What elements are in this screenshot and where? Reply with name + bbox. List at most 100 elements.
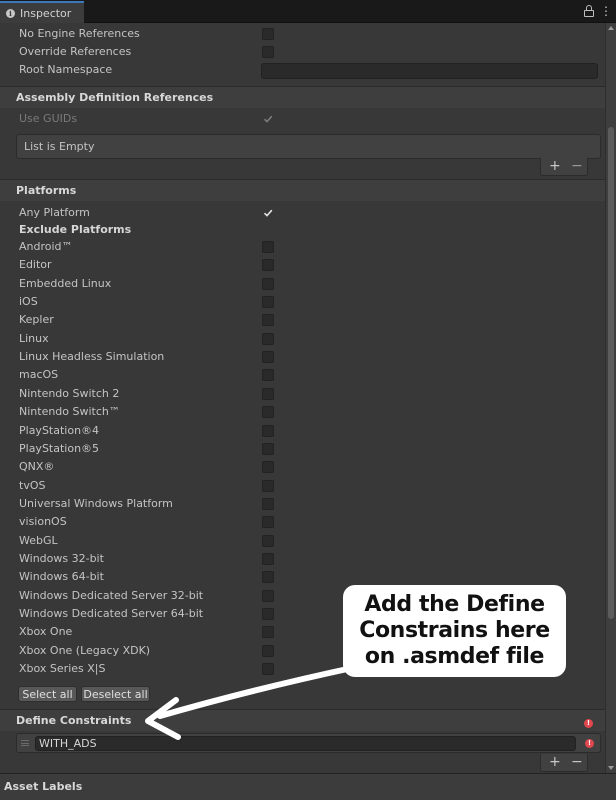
add-button[interactable]: + — [549, 754, 561, 771]
row-root-namespace: Root Namespace — [0, 61, 605, 79]
platform-label: macOS — [19, 368, 59, 381]
platform-checkbox[interactable] — [262, 571, 274, 583]
platform-row: Universal Windows Platform — [0, 495, 605, 513]
platform-row: Windows 64-bit — [0, 568, 605, 586]
platform-checkbox[interactable] — [262, 369, 274, 381]
platform-row: PlayStation®4 — [0, 422, 605, 440]
remove-button[interactable]: − — [571, 158, 583, 175]
scroll-down-arrow-icon[interactable] — [608, 766, 614, 770]
add-button[interactable]: + — [549, 158, 561, 175]
platform-checkbox[interactable] — [262, 553, 274, 565]
platform-row: Nintendo Switch™ — [0, 403, 605, 421]
list-footer: + − — [540, 158, 588, 176]
platform-checkbox[interactable] — [262, 241, 274, 253]
platform-label: Kepler — [19, 313, 54, 326]
platform-checkbox[interactable] — [262, 480, 274, 492]
platform-label: Nintendo Switch™ — [19, 405, 120, 418]
define-constraint-input[interactable]: WITH_ADS — [35, 736, 576, 751]
platform-checkbox[interactable] — [262, 351, 274, 363]
platform-checkbox[interactable] — [262, 259, 274, 271]
row-exclude-platforms: Exclude Platforms — [0, 221, 605, 239]
section-define-constraints[interactable]: Define Constraints — [0, 710, 605, 731]
platform-checkbox[interactable] — [262, 663, 274, 675]
deselect-all-button[interactable]: Deselect all — [81, 686, 150, 702]
checkmark-icon — [263, 115, 273, 123]
callout-line: on .asmdef file — [364, 644, 545, 669]
platform-row: Linux — [0, 330, 605, 348]
section-title: Assembly Definition References — [16, 91, 214, 104]
platform-checkbox[interactable] — [262, 443, 274, 455]
root-namespace-field[interactable] — [261, 63, 598, 79]
platform-checkbox[interactable] — [262, 590, 274, 602]
platform-label: Linux — [19, 332, 49, 345]
platform-checkbox[interactable] — [262, 516, 274, 528]
platform-row: PlayStation®5 — [0, 440, 605, 458]
use-guids-checkbox[interactable] — [262, 113, 274, 125]
row-label: Any Platform — [19, 206, 90, 219]
platform-label: Android™ — [19, 240, 73, 253]
section-assembly-definition-references[interactable]: Assembly Definition References — [0, 87, 605, 108]
drag-handle-icon[interactable] — [21, 740, 29, 746]
error-icon: ! — [585, 739, 594, 748]
platform-label: Windows Dedicated Server 64-bit — [19, 607, 204, 620]
platform-row: Kepler — [0, 311, 605, 329]
platform-label: iOS — [19, 295, 38, 308]
platform-checkbox[interactable] — [262, 333, 274, 345]
info-icon: i — [6, 8, 15, 18]
platform-label: PlayStation®5 — [19, 442, 100, 455]
platform-label: Windows 64-bit — [19, 570, 104, 583]
checkmark-icon — [263, 209, 273, 217]
platform-checkbox[interactable] — [262, 296, 274, 308]
list-empty-text: List is Empty — [24, 140, 95, 153]
platform-row: Android™ — [0, 238, 605, 256]
platform-checkbox[interactable] — [262, 608, 274, 620]
platform-label: Editor — [19, 258, 52, 271]
assembly-references-list: List is Empty — [16, 134, 601, 159]
lock-icon[interactable] — [584, 5, 594, 17]
platform-label: QNX® — [19, 460, 55, 473]
override-references-checkbox[interactable] — [262, 46, 274, 58]
platform-checkbox[interactable] — [262, 626, 274, 638]
platform-label: visionOS — [19, 515, 67, 528]
callout-line: Constrains here — [359, 618, 550, 643]
platform-row: Linux Headless Simulation — [0, 348, 605, 366]
platform-label: Universal Windows Platform — [19, 497, 173, 510]
platform-checkbox[interactable] — [262, 498, 274, 510]
more-menu-icon[interactable]: ⋮ — [600, 4, 612, 18]
platform-label: tvOS — [19, 479, 46, 492]
platform-row: visionOS — [0, 513, 605, 531]
row-use-guids: Use GUIDs — [0, 110, 605, 128]
platform-checkbox[interactable] — [262, 461, 274, 473]
platform-checkbox[interactable] — [262, 535, 274, 547]
asset-labels-title: Asset Labels — [4, 780, 83, 793]
no-engine-references-checkbox[interactable] — [262, 28, 274, 40]
define-constraints-footer: + − — [540, 754, 588, 772]
platform-checkbox[interactable] — [262, 425, 274, 437]
platform-label: Nintendo Switch 2 — [19, 387, 120, 400]
platform-row: iOS — [0, 293, 605, 311]
remove-button[interactable]: − — [571, 754, 583, 771]
platform-label: Xbox One (Legacy XDK) — [19, 644, 151, 657]
asset-labels-bar[interactable]: Asset Labels — [0, 773, 616, 800]
section-platforms[interactable]: Platforms — [0, 180, 605, 201]
platform-label: Windows 32-bit — [19, 552, 104, 565]
select-all-button[interactable]: Select all — [18, 686, 77, 702]
any-platform-checkbox[interactable] — [262, 207, 274, 219]
annotation-callout: Add the Define Constrains here on .asmde… — [343, 585, 566, 677]
vertical-scrollbar[interactable] — [605, 23, 616, 773]
platform-checkbox[interactable] — [262, 314, 274, 326]
platform-checkbox[interactable] — [262, 388, 274, 400]
platform-checkbox[interactable] — [262, 278, 274, 290]
platform-row: Windows 32-bit — [0, 550, 605, 568]
define-constraint-row: WITH_ADS ! — [16, 733, 601, 753]
scroll-thumb[interactable] — [608, 127, 614, 619]
scroll-up-arrow-icon[interactable] — [608, 26, 614, 30]
platform-checkbox[interactable] — [262, 406, 274, 418]
platform-label: PlayStation®4 — [19, 424, 100, 437]
row-label: Override References — [19, 45, 132, 58]
platform-label: Embedded Linux — [19, 277, 112, 290]
row-label: Use GUIDs — [19, 112, 78, 125]
tab-inspector[interactable]: i Inspector — [0, 1, 84, 23]
platform-label: Windows Dedicated Server 32-bit — [19, 589, 204, 602]
platform-checkbox[interactable] — [262, 645, 274, 657]
